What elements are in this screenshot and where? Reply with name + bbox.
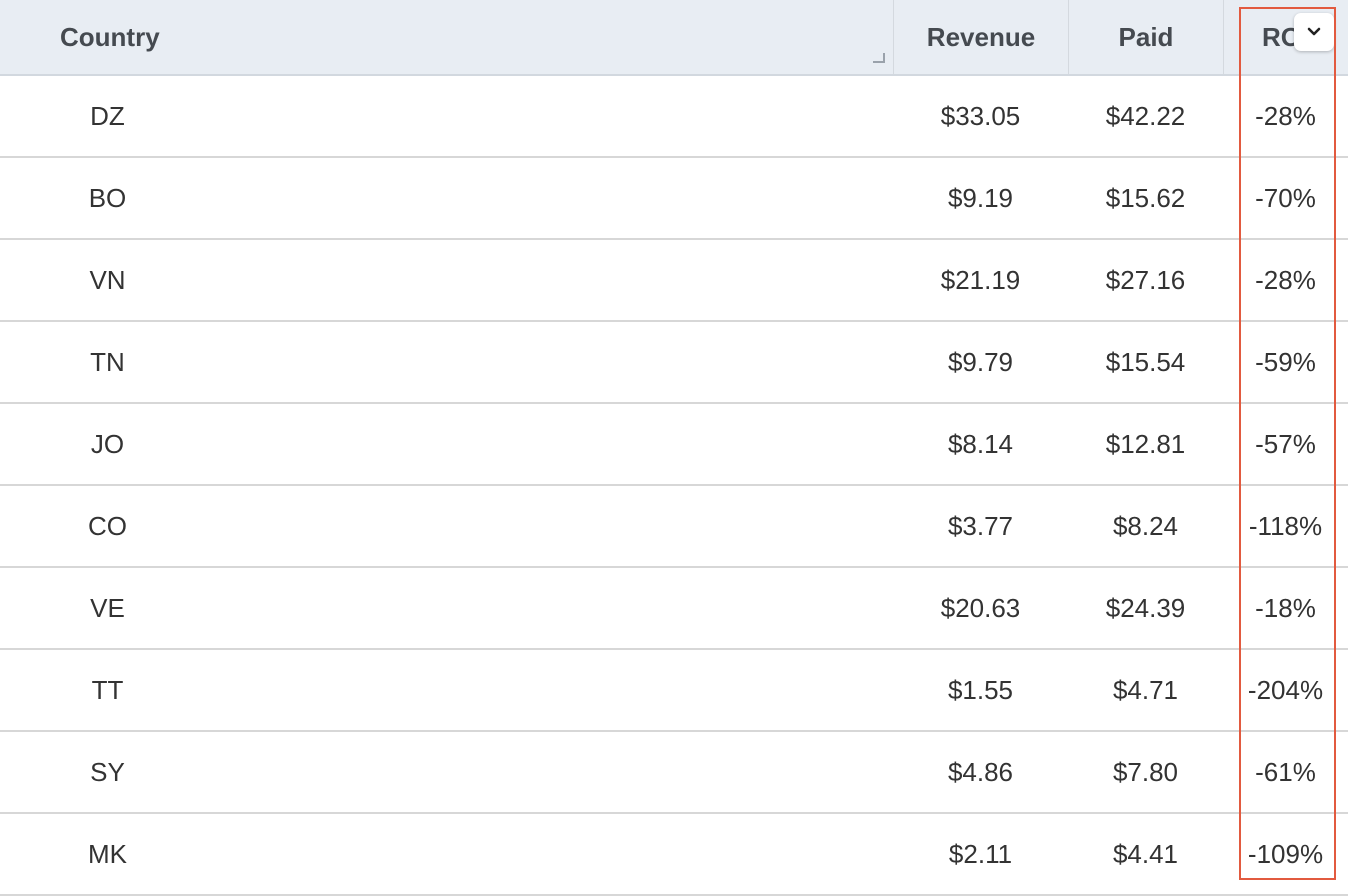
cell-paid: $15.62: [1105, 182, 1186, 213]
cell-country: BO: [88, 182, 127, 213]
cell-country: CO: [88, 510, 127, 541]
column-header-paid[interactable]: Paid: [1068, 0, 1223, 74]
cell-roi: -28%: [1255, 100, 1316, 131]
column-header-revenue[interactable]: Revenue: [893, 0, 1068, 74]
cell-roi: -70%: [1255, 182, 1316, 213]
table-row[interactable]: VE $20.63 $24.39 -18%: [0, 568, 1348, 650]
cell-roi: -204%: [1247, 674, 1324, 705]
table-row[interactable]: JO $8.14 $12.81 -57%: [0, 404, 1348, 486]
cell-revenue: $4.86: [947, 756, 1014, 787]
chevron-down-icon: [1307, 27, 1321, 36]
cell-roi: -28%: [1255, 264, 1316, 295]
data-grid: Country Revenue Paid RO DZ $33.05 $42.22 -2…: [0, 0, 1348, 896]
cell-country: VN: [89, 264, 126, 295]
cell-paid: $8.24: [1112, 510, 1179, 541]
cell-paid: $27.16: [1105, 264, 1186, 295]
cell-country: VE: [90, 592, 125, 623]
column-header-paid-label: Paid: [1118, 21, 1174, 52]
cell-paid: $12.81: [1105, 428, 1186, 459]
cell-roi: -18%: [1255, 592, 1316, 623]
table-row[interactable]: SY $4.86 $7.80 -61%: [0, 732, 1348, 814]
cell-roi: -59%: [1255, 346, 1316, 377]
cell-revenue: $8.14: [947, 428, 1014, 459]
cell-roi: -109%: [1247, 838, 1324, 869]
cell-revenue: $1.55: [947, 674, 1014, 705]
table-row[interactable]: DZ $33.05 $42.22 -28%: [0, 76, 1348, 158]
column-header-country[interactable]: Country: [0, 0, 893, 74]
cell-country: JO: [90, 428, 125, 459]
cell-country: DZ: [90, 100, 125, 131]
cell-roi: -61%: [1255, 756, 1316, 787]
cell-country: TT: [91, 674, 124, 705]
cell-paid: $24.39: [1105, 592, 1186, 623]
cell-paid: $4.71: [1112, 674, 1179, 705]
cell-paid: $15.54: [1105, 346, 1186, 377]
cell-roi: -57%: [1255, 428, 1316, 459]
column-resize-handle[interactable]: [873, 53, 885, 63]
cell-country: TN: [90, 346, 125, 377]
cell-revenue: $3.77: [947, 510, 1014, 541]
table-row[interactable]: VN $21.19 $27.16 -28%: [0, 240, 1348, 322]
cell-revenue: $33.05: [940, 100, 1021, 131]
table-row[interactable]: TT $1.55 $4.71 -204%: [0, 650, 1348, 732]
table-row[interactable]: TN $9.79 $15.54 -59%: [0, 322, 1348, 404]
column-header-revenue-label: Revenue: [926, 21, 1036, 52]
table-row[interactable]: CO $3.77 $8.24 -118%: [0, 486, 1348, 568]
cell-paid: $7.80: [1112, 756, 1179, 787]
cell-revenue: $20.63: [940, 592, 1021, 623]
column-menu-button[interactable]: [1294, 13, 1334, 51]
cell-revenue: $9.19: [947, 182, 1014, 213]
cell-revenue: $2.11: [948, 838, 1013, 869]
table-row[interactable]: BO $9.19 $15.62 -70%: [0, 158, 1348, 240]
cell-country: SY: [90, 756, 125, 787]
cell-revenue: $21.19: [940, 264, 1021, 295]
grid-header: Country Revenue Paid RO: [0, 0, 1348, 76]
cell-revenue: $9.79: [947, 346, 1014, 377]
cell-country: MK: [88, 838, 127, 869]
table-row[interactable]: MK $2.11 $4.41 -109%: [0, 814, 1348, 896]
cell-paid: $42.22: [1105, 100, 1186, 131]
cell-paid: $4.41: [1112, 838, 1179, 869]
cell-roi: -118%: [1248, 510, 1323, 541]
column-header-country-label: Country: [60, 21, 160, 52]
